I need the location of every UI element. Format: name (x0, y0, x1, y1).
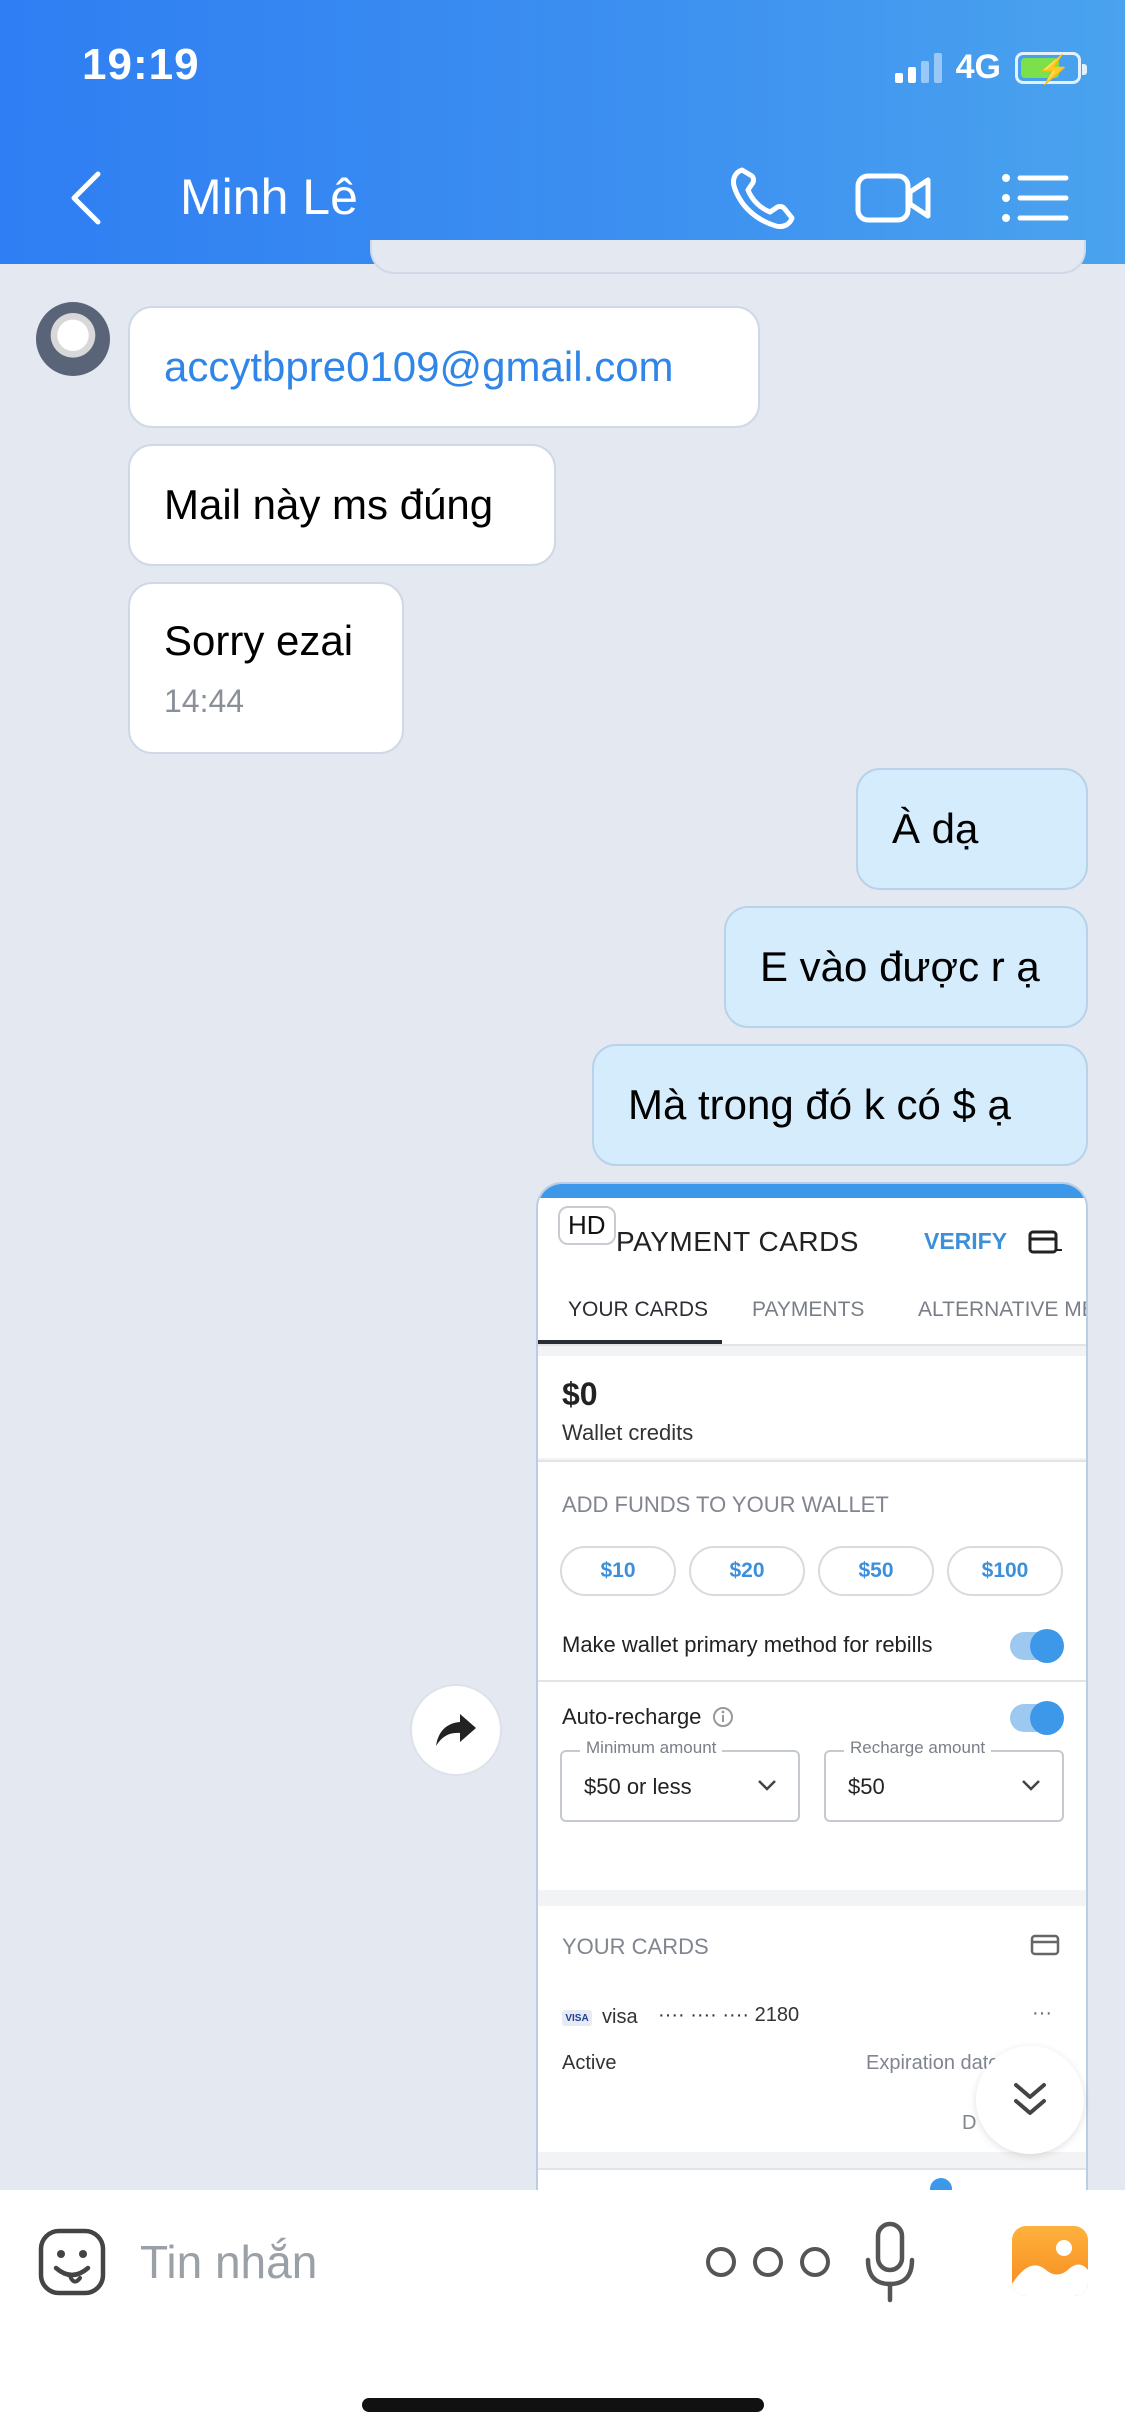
image-gallery-icon (1012, 2240, 1088, 2296)
wallet-credits-section: $0 Wallet credits (538, 1356, 1086, 1458)
battery-icon: ⚡ (1015, 51, 1087, 85)
card-status: Active (562, 2052, 617, 2074)
message-text: Mail này ms đúng (164, 481, 494, 528)
video-call-button[interactable] (854, 160, 934, 236)
dropdown-value: $50 or less (584, 1774, 692, 1799)
incoming-message[interactable]: accytbpre0109@gmail.com (128, 306, 760, 428)
recharge-amount-dropdown: Recharge amount $50 (824, 1738, 1064, 1822)
image-tab: YOUR CARDS (568, 1298, 709, 1321)
more-options-button[interactable] (706, 2242, 830, 2282)
auto-recharge-toggle (1010, 1701, 1064, 1735)
back-button[interactable] (62, 168, 112, 228)
card-number: ···· ···· ···· 2180 (658, 2004, 800, 2026)
network-type: 4G (955, 48, 1001, 86)
message-text: Mà trong đó k có $ ạ (628, 1081, 1011, 1128)
image-tab: ALTERNATIVE MET (918, 1298, 1086, 1321)
image-screen-header: PAYMENT CARDS VERIFY (538, 1198, 1086, 1272)
outgoing-message[interactable]: E vào được r ạ (724, 906, 1088, 1028)
partial-text: D (962, 2112, 977, 2134)
info-icon (713, 1707, 733, 1727)
chat-title[interactable]: Minh Lê (180, 168, 358, 226)
message-text: E vào được r ạ (760, 943, 1040, 990)
voice-record-button[interactable] (862, 2220, 918, 2308)
forward-arrow-icon (436, 1714, 476, 1746)
message-input[interactable] (140, 2230, 660, 2294)
phone-icon (731, 167, 795, 229)
dot-icon (706, 2247, 736, 2277)
image-tabs: YOUR CARDS PAYMENTS ALTERNATIVE MET (538, 1272, 1086, 1346)
chat-options-button[interactable] (996, 160, 1076, 236)
next-section-edge (538, 2168, 1086, 2190)
dot-icon (800, 2247, 830, 2277)
amount-pill: $50 (818, 1546, 934, 1596)
forward-button[interactable] (410, 1684, 502, 1776)
dot-icon (753, 2247, 783, 2277)
minimum-amount-dropdown: Minimum amount $50 or less (560, 1738, 800, 1822)
image-verify-label: VERIFY (924, 1228, 1008, 1254)
microphone-icon (865, 2221, 915, 2303)
hd-badge: HD (558, 1206, 616, 1245)
video-camera-icon (855, 173, 931, 223)
status-time: 19:19 (82, 40, 200, 89)
incoming-message[interactable]: Mail này ms đúng (128, 444, 556, 566)
email-link[interactable]: accytbpre0109@gmail.com (164, 343, 724, 391)
message-composer (0, 2190, 1125, 2436)
amount-pill: $100 (947, 1546, 1063, 1596)
incoming-message[interactable]: Sorry ezai 14:44 (128, 582, 404, 754)
signal-icon (894, 52, 942, 83)
amount-pill: $10 (560, 1546, 676, 1596)
card-brand: visa (602, 2006, 638, 2028)
message-text: Sorry ezai (164, 616, 354, 664)
outgoing-message[interactable]: Mà trong đó k có $ ạ (592, 1044, 1088, 1166)
primary-method-label: Make wallet primary method for rebills (562, 1632, 933, 1657)
add-card-icon (1028, 1230, 1062, 1254)
sticker-button[interactable] (36, 2226, 108, 2298)
dropdown-value: $50 (848, 1774, 885, 1799)
card-icon (1030, 1934, 1060, 1956)
chevron-down-icon (1022, 1780, 1040, 1791)
dropdown-label: Recharge amount (844, 1738, 992, 1758)
status-indicators: 4G ⚡ (894, 48, 1087, 87)
image-tab: PAYMENTS (752, 1298, 865, 1321)
voice-call-button[interactable] (724, 160, 804, 236)
more-options-icon: ··· (1032, 2002, 1052, 2024)
image-message[interactable]: PAYMENT CARDS VERIFY HD YOUR CARDS PAYME… (536, 1182, 1088, 2192)
smiley-sticker-icon (38, 2228, 106, 2296)
dropdown-label: Minimum amount (580, 1738, 723, 1758)
wallet-amount: $0 (562, 1376, 598, 1412)
avatar[interactable] (36, 302, 110, 376)
amount-pill: $20 (689, 1546, 805, 1596)
scroll-to-bottom-button[interactable] (976, 2046, 1084, 2154)
add-funds-section: ADD FUNDS TO YOUR WALLET $10 $20 $50 $10… (538, 1460, 1086, 1890)
add-funds-label: ADD FUNDS TO YOUR WALLET (562, 1492, 889, 1517)
chat-header: 19:19 4G ⚡ Minh Lê (0, 0, 1125, 264)
previous-message-bubble (370, 240, 1086, 274)
your-cards-label: YOUR CARDS (562, 1934, 709, 1959)
image-screen-title: PAYMENT CARDS (616, 1226, 859, 1257)
auto-recharge-label: Auto-recharge (562, 1704, 702, 1729)
message-timestamp: 14:44 (164, 682, 245, 719)
chevron-down-icon (758, 1780, 776, 1791)
message-text: À dạ (892, 805, 979, 852)
outgoing-message[interactable]: À dạ (856, 768, 1088, 890)
wallet-label: Wallet credits (562, 1420, 694, 1445)
chevron-left-icon (71, 171, 101, 225)
photo-gallery-button[interactable] (1012, 2226, 1088, 2296)
list-menu-icon (1002, 174, 1069, 222)
double-chevron-down-icon (1014, 2083, 1046, 2115)
home-indicator (362, 2398, 764, 2412)
active-tab-underline (538, 1340, 722, 1344)
divider (538, 1680, 1086, 1682)
image-top-strip (538, 1184, 1086, 1198)
primary-method-toggle (1010, 1629, 1064, 1663)
visa-logo-icon: VISA (562, 2010, 592, 2026)
